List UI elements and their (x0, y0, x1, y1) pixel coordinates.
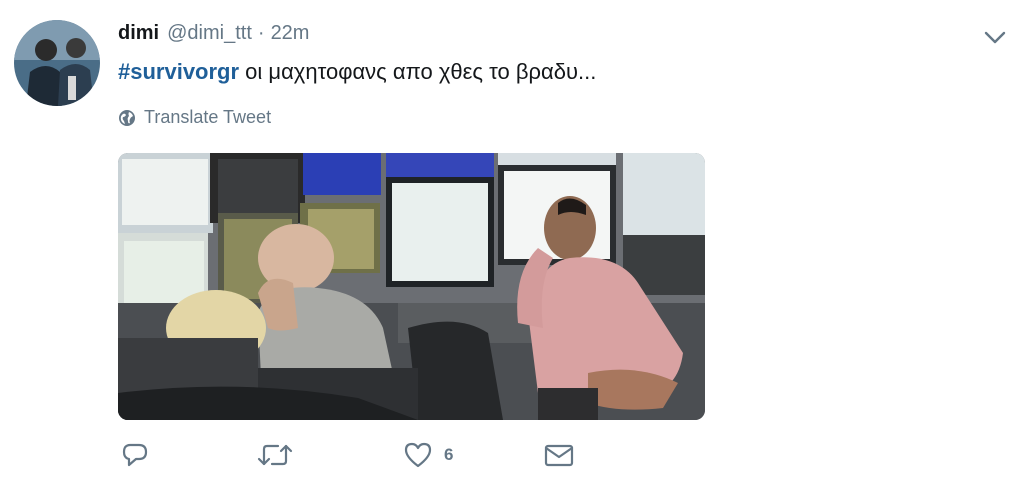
like-count: 6 (444, 445, 454, 464)
display-name[interactable]: dimi (118, 22, 159, 45)
timestamp[interactable]: 22m (271, 22, 310, 45)
tweet-media-photo[interactable] (118, 153, 705, 420)
avatar-image (14, 20, 100, 106)
tweet-menu-button[interactable] (980, 24, 1010, 50)
hashtag-link[interactable]: #survivorgr (118, 59, 239, 84)
retweet-icon (257, 444, 293, 466)
reply-icon (122, 443, 148, 467)
tweet-header: dimi @dimi_ttt · 22m (118, 22, 309, 45)
heart-icon (404, 442, 432, 468)
translate-label: Translate Tweet (144, 107, 272, 127)
globe-icon (119, 109, 135, 126)
tweet-text: #survivorgr οι μαχητοφανς απο χθες το βρ… (118, 59, 596, 85)
tweet-body: οι μαχητοφανς απο χθες το βραδυ... (239, 59, 597, 84)
like-button[interactable]: 6 (402, 440, 453, 470)
retweet-button[interactable] (256, 440, 294, 470)
user-handle[interactable]: @dimi_ttt (167, 22, 252, 45)
tweet-actions: 6 (118, 440, 598, 480)
envelope-icon (544, 444, 574, 467)
separator-dot: · (257, 22, 265, 44)
trading-floor-photo (118, 153, 705, 420)
translate-tweet-link[interactable]: Translate Tweet (118, 107, 271, 128)
reply-button[interactable] (120, 440, 150, 470)
direct-message-button[interactable] (543, 440, 575, 470)
chevron-down-icon (984, 31, 1006, 44)
avatar[interactable] (14, 20, 100, 106)
